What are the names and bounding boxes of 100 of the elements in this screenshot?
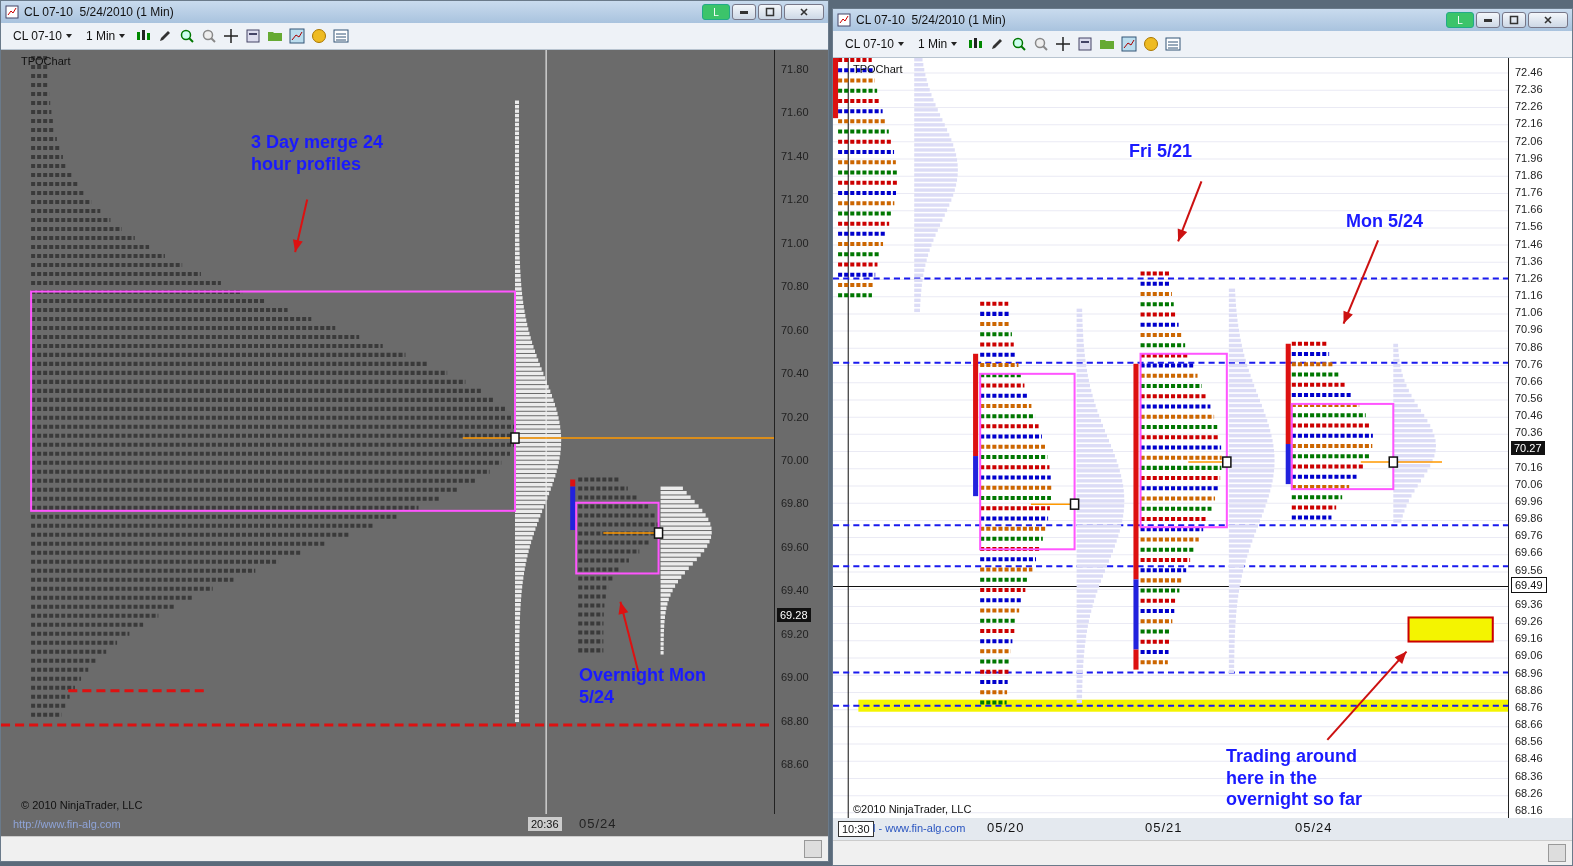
price-label: 71.86 (1515, 168, 1543, 181)
annotation-text: Mon 5/24 (1346, 211, 1425, 233)
chart-label: TPOChart (21, 55, 71, 67)
price-label: 68.36 (1515, 769, 1543, 782)
price-label: 71.26 (1515, 271, 1543, 284)
price-label: 69.66 (1515, 546, 1543, 559)
price-label: 68.26 (1515, 786, 1543, 799)
price-label: 72.16 (1515, 117, 1543, 130)
price-label: 72.06 (1515, 134, 1543, 147)
price-label: 68.76 (1515, 700, 1543, 713)
price-label: 70.06 (1515, 477, 1543, 490)
price-label: 68.80 (781, 714, 809, 727)
price-label: 68.86 (1515, 683, 1543, 696)
price-label: 70.46 (1515, 409, 1543, 422)
scrollbar[interactable] (833, 840, 1572, 865)
price-label: 68.56 (1515, 735, 1543, 748)
price-label: 69.76 (1515, 529, 1543, 542)
caret-icon (951, 42, 958, 46)
price-label: 71.60 (781, 106, 809, 119)
minimize-icon (740, 10, 748, 14)
price-label: 68.16 (1515, 803, 1543, 816)
price-marker: 69.49 (1511, 577, 1547, 593)
date-label: 05/21 (1145, 820, 1183, 835)
price-label: 70.00 (781, 453, 809, 466)
properties-icon[interactable] (245, 28, 262, 44)
price-label: 68.96 (1515, 666, 1543, 679)
price-label: 69.86 (1515, 512, 1543, 525)
price-label: 71.76 (1515, 186, 1543, 199)
close-button[interactable] (784, 4, 824, 20)
coin-icon[interactable] (311, 28, 328, 44)
website-link[interactable]: l - www.fin-alg.com (873, 822, 966, 834)
price-label: 70.86 (1515, 340, 1543, 353)
price-label: 70.76 (1515, 357, 1543, 370)
price-label: 69.80 (781, 497, 809, 510)
close-icon (1543, 15, 1553, 25)
maximize-button[interactable] (1502, 12, 1526, 28)
instrument-dropdown[interactable]: CL 07-10 (841, 37, 908, 51)
maximize-icon (765, 7, 775, 17)
price-label: 71.96 (1515, 151, 1543, 164)
list-icon[interactable] (1165, 36, 1182, 52)
caret-icon (897, 42, 904, 46)
price-label: 72.26 (1515, 100, 1543, 113)
price-label: 71.16 (1515, 289, 1543, 302)
price-label: 69.40 (781, 584, 809, 597)
price-label: 70.96 (1515, 323, 1543, 336)
annotation-text: 3 Day merge 24 hour profiles (251, 132, 385, 176)
copyright-text: © 2010 NinjaTrader, LLC (21, 799, 143, 811)
interval-dropdown[interactable]: 1 Min (81, 29, 130, 43)
crosshair-icon[interactable] (1055, 36, 1072, 52)
coin-icon[interactable] (1143, 36, 1160, 52)
price-label: 69.96 (1515, 495, 1543, 507)
zoom-out-icon[interactable] (201, 28, 218, 44)
close-icon (799, 7, 809, 17)
chart-icon (837, 13, 851, 27)
arrow-icon (1326, 650, 1408, 741)
zoom-in-icon[interactable] (1011, 36, 1028, 52)
price-label: 70.60 (781, 323, 809, 336)
price-label: 69.56 (1515, 563, 1543, 576)
chart-icon[interactable] (1121, 36, 1138, 52)
price-marker: 70.27 (1511, 441, 1545, 455)
price-label: 70.66 (1515, 374, 1543, 387)
maximize-button[interactable] (758, 4, 782, 20)
properties-icon[interactable] (1077, 36, 1094, 52)
zoom-out-icon[interactable] (1033, 36, 1050, 52)
price-label: 69.36 (1515, 597, 1543, 610)
date-label: 05/20 (987, 820, 1025, 835)
price-label: 71.66 (1515, 203, 1543, 216)
price-label: 69.06 (1515, 649, 1543, 662)
minimize-button[interactable] (732, 4, 756, 20)
instrument-dropdown[interactable]: CL 07-10 (9, 29, 76, 43)
date-label: 05/24 (1295, 820, 1333, 835)
close-button[interactable] (1528, 12, 1568, 28)
price-label: 71.36 (1515, 254, 1543, 267)
price-label: 71.46 (1515, 237, 1543, 250)
annotation-text: Fri 5/21 (1129, 141, 1194, 163)
scrollbar[interactable] (1, 836, 828, 861)
price-label: 69.16 (1515, 632, 1543, 645)
price-label: 70.56 (1515, 392, 1543, 405)
chart-icon[interactable] (289, 28, 306, 44)
zoom-in-icon[interactable] (179, 28, 196, 44)
annotation-text: Trading around here in the overnight so far (1226, 746, 1364, 811)
interval-dropdown[interactable]: 1 Min (913, 37, 962, 51)
price-label: 72.46 (1515, 66, 1543, 78)
window-title: CL 07-10 5/24/2010 (1 Min) (856, 13, 1006, 27)
list-icon[interactable] (333, 28, 350, 44)
price-label: 71.40 (781, 149, 809, 162)
price-label: 71.80 (781, 63, 809, 75)
minimize-button[interactable] (1476, 12, 1500, 28)
price-label: 71.20 (781, 193, 809, 206)
copyright-text: ©2010 NinjaTrader, LLC (853, 803, 972, 815)
window-title: CL 07-10 5/24/2010 (1 Min) (24, 5, 174, 19)
price-label: 69.60 (781, 540, 809, 553)
annotation-text: Overnight Mon 5/24 (579, 665, 707, 709)
caret-icon (65, 34, 72, 38)
crosshair-icon[interactable] (223, 28, 240, 44)
maximize-icon (1509, 15, 1519, 25)
price-label: 68.46 (1515, 752, 1543, 765)
price-label: 71.56 (1515, 220, 1543, 233)
price-label: 70.40 (781, 367, 809, 380)
price-label: 72.36 (1515, 83, 1543, 96)
